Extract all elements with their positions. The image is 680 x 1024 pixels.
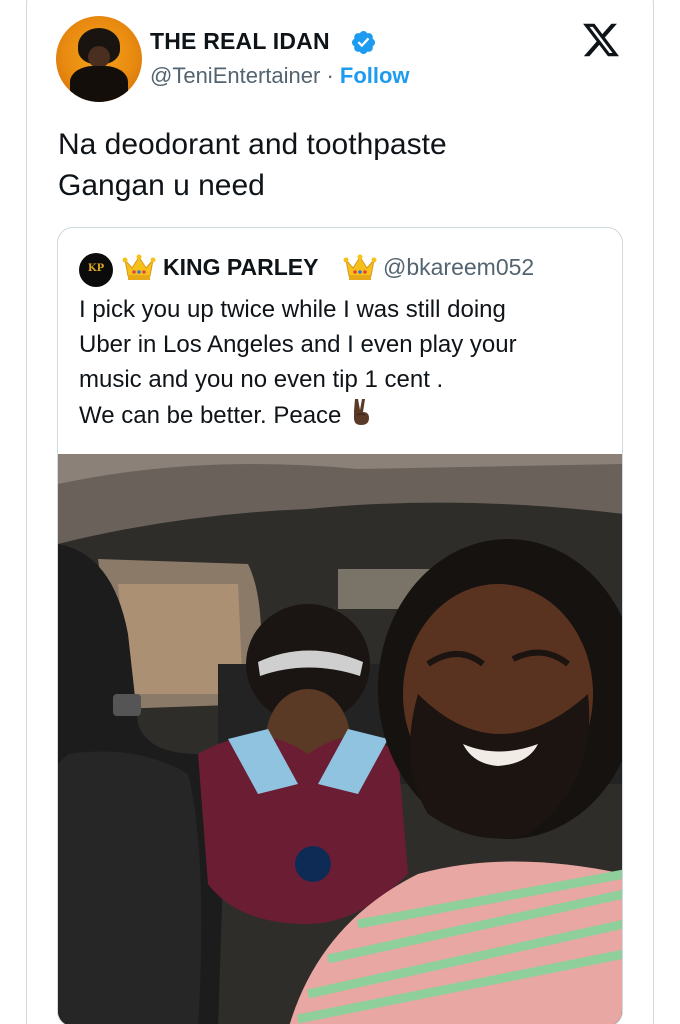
quoted-text-line: Uber in Los Angeles and I even play your <box>79 331 517 358</box>
quoted-tweet-photo[interactable] <box>58 454 623 1024</box>
crown-emoji-icon <box>343 254 377 280</box>
tweet-text-line: Gangan u need <box>58 169 265 202</box>
author-handle[interactable]: @TeniEntertainer <box>150 63 320 88</box>
tweet-text: Na deodorant and toothpaste Gangan u nee… <box>58 124 618 206</box>
quoted-author-handle[interactable]: @bkareem052 <box>383 254 534 281</box>
quoted-tweet-text: I pick you up twice while I was still do… <box>79 292 609 433</box>
x-logo-icon[interactable] <box>580 20 622 60</box>
quoted-avatar-text: KP <box>87 263 105 274</box>
quoted-text-line: music and you no even tip 1 cent . <box>79 366 444 393</box>
tweet-text-line: Na deodorant and toothpaste <box>58 128 447 161</box>
quoted-text-line-last: We can be better. Peace <box>79 397 609 433</box>
author-handle-line: @TeniEntertainer · Follow <box>150 63 410 89</box>
author-avatar[interactable] <box>56 16 142 102</box>
separator-dot: · <box>326 63 334 88</box>
author-display-name[interactable]: THE REAL IDAN <box>150 28 330 55</box>
quoted-tweet[interactable]: KP KING PARLEY @bkareem052 I pick you up… <box>57 227 623 1024</box>
verified-badge-icon <box>351 30 376 55</box>
quoted-text-line: I pick you up twice while I was still do… <box>79 296 506 323</box>
quoted-author-name[interactable]: KING PARLEY <box>163 254 318 281</box>
victory-hand-emoji <box>354 399 370 425</box>
crown-emoji-icon <box>122 254 156 280</box>
follow-button[interactable]: Follow <box>340 63 410 88</box>
quoted-author-avatar[interactable]: KP <box>79 253 113 287</box>
